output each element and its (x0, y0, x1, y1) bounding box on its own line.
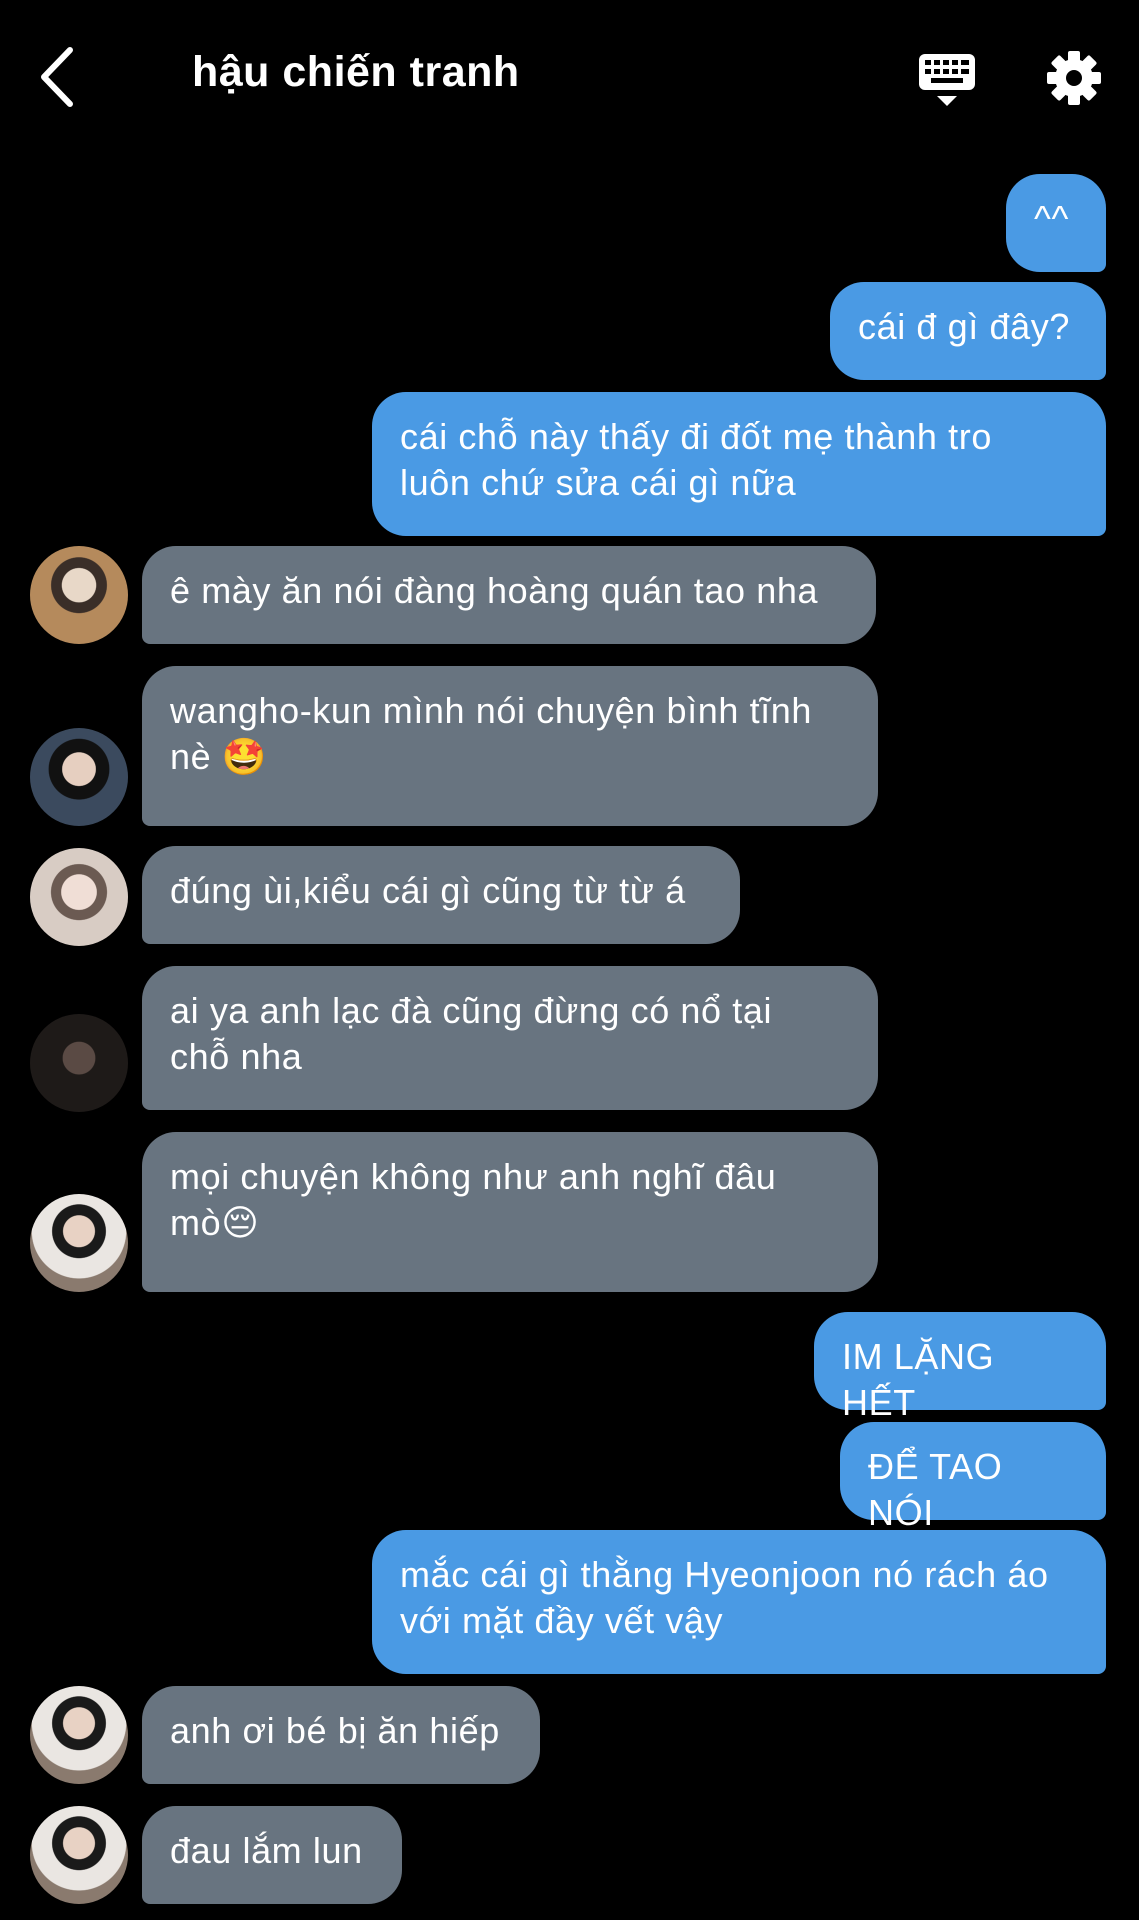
message-bubble-outgoing[interactable]: mắc cái gì thằng Hyeonjoon nó rách áo vớ… (372, 1530, 1106, 1674)
message-bubble-incoming[interactable]: mọi chuyện không như anh nghĩ đâu mò😔 (142, 1132, 878, 1292)
message-bubble-incoming[interactable]: ai ya anh lạc đà cũng đừng có nổ tại chỗ… (142, 966, 878, 1110)
message-text: mọi chuyện không như anh nghĩ đâu mò😔 (170, 1156, 777, 1243)
avatar[interactable] (30, 1014, 128, 1112)
keyboard-icon[interactable] (917, 52, 977, 110)
message-text: ai ya anh lạc đà cũng đừng có nổ tại chỗ… (170, 990, 773, 1077)
chevron-left-icon[interactable] (34, 44, 84, 110)
avatar[interactable] (30, 546, 128, 644)
message-text: wangho-kun mình nói chuyện bình tĩnh nè … (170, 690, 813, 777)
message-bubble-outgoing[interactable]: cái đ gì đây? (830, 282, 1106, 380)
message-text: đau lắm lun (170, 1830, 363, 1871)
message-text: cái chỗ này thấy đi đốt mẹ thành tro luô… (400, 416, 992, 503)
message-bubble-incoming[interactable]: anh ơi bé bị ăn hiếp (142, 1686, 540, 1784)
message-bubble-incoming[interactable]: wangho-kun mình nói chuyện bình tĩnh nè … (142, 666, 878, 826)
message-bubble-incoming[interactable]: đúng ùi,kiểu cái gì cũng từ từ á (142, 846, 740, 944)
message-text: đúng ùi,kiểu cái gì cũng từ từ á (170, 870, 686, 911)
gear-icon[interactable] (1046, 50, 1102, 106)
message-text: cái đ gì đây? (858, 306, 1070, 347)
message-text: IM LẶNG HẾT (842, 1336, 995, 1423)
chat-title: hậu chiến tranh (192, 48, 520, 96)
avatar[interactable] (30, 848, 128, 946)
message-bubble-outgoing[interactable]: ĐỂ TAO NÓI (840, 1422, 1106, 1533)
message-bubble-outgoing[interactable]: IM LẶNG HẾT (814, 1312, 1106, 1423)
message-bubble-incoming[interactable]: đau lắm lun (142, 1806, 402, 1904)
avatar[interactable] (30, 728, 128, 826)
message-bubble-outgoing[interactable]: cái chỗ này thấy đi đốt mẹ thành tro luô… (372, 392, 1106, 536)
message-text: anh ơi bé bị ăn hiếp (170, 1710, 500, 1751)
message-bubble-outgoing[interactable]: ^^ (1006, 174, 1106, 272)
message-text: ^^ (1034, 198, 1069, 239)
message-text: ĐỂ TAO NÓI (868, 1446, 1003, 1533)
message-bubble-incoming[interactable]: ê mày ăn nói đàng hoàng quán tao nha (142, 546, 876, 644)
message-text: mắc cái gì thằng Hyeonjoon nó rách áo vớ… (400, 1554, 1049, 1641)
chat-header: hậu chiến tranh (0, 0, 1139, 150)
avatar[interactable] (30, 1194, 128, 1292)
message-text: ê mày ăn nói đàng hoàng quán tao nha (170, 570, 819, 611)
avatar[interactable] (30, 1686, 128, 1784)
avatar[interactable] (30, 1806, 128, 1904)
